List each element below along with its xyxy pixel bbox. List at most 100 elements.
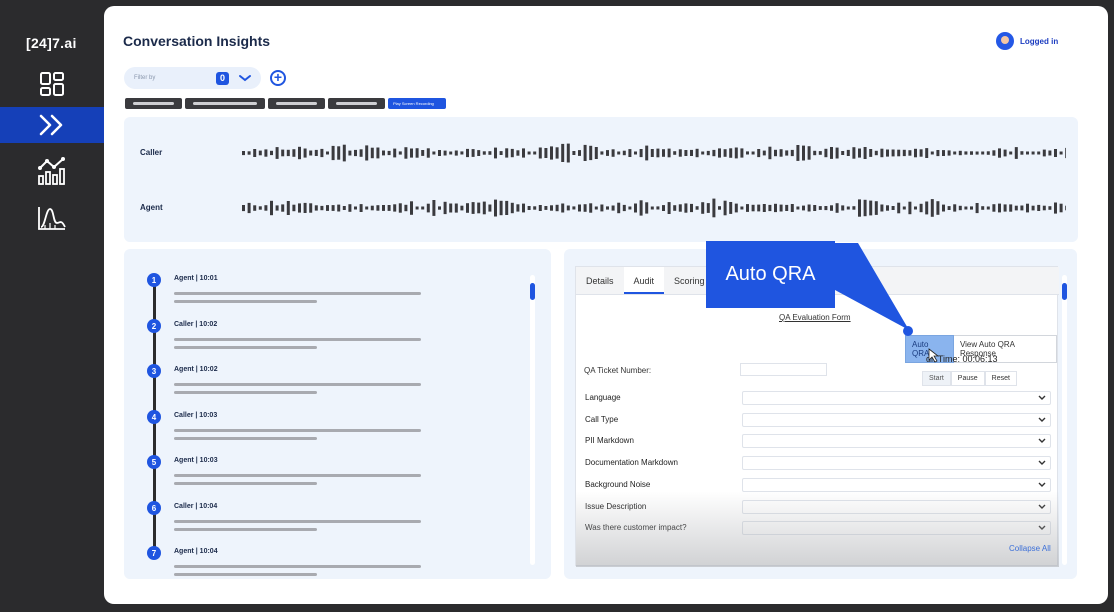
waveform-bar <box>830 205 833 211</box>
waveform-bar <box>645 145 649 161</box>
message-number-badge: 6 <box>147 501 161 515</box>
field-select[interactable] <box>742 500 1051 514</box>
waveform-bar <box>494 147 497 159</box>
waveform-bar <box>718 148 721 158</box>
curve-chart-icon <box>38 207 66 230</box>
play-screen-recording-button[interactable]: Play Screen Recording <box>388 98 446 109</box>
message-number-badge: 7 <box>147 546 161 560</box>
waveform-bar <box>852 206 856 210</box>
waveform-bar <box>253 149 257 157</box>
form-field-row: Language <box>585 391 1051 405</box>
filter-chip[interactable] <box>125 98 182 109</box>
pause-button[interactable]: Pause <box>950 371 985 386</box>
waveform-bar <box>314 205 318 211</box>
waveform-bar <box>774 203 777 213</box>
sidebar-item-distribution[interactable] <box>0 200 104 236</box>
waveform-bar <box>505 148 509 158</box>
waveform-bar <box>874 201 878 215</box>
field-label: Documentation Markdown <box>585 458 678 467</box>
waveform-bar <box>914 148 917 158</box>
waveform-bar <box>460 151 464 155</box>
waveform-bar <box>813 150 817 156</box>
waveform-bar <box>757 149 761 158</box>
chevron-down-icon <box>239 75 251 82</box>
waveform-bar <box>662 205 665 211</box>
tab-details[interactable]: Details <box>576 267 624 294</box>
waveform-bar <box>359 149 363 157</box>
waveform-bar <box>494 199 497 217</box>
caller-waveform[interactable] <box>242 142 1066 164</box>
field-select[interactable] <box>742 478 1051 492</box>
waveform-bar <box>606 206 609 210</box>
waveform-bar <box>673 151 677 155</box>
waveform-bar <box>734 147 738 159</box>
sidebar-item-analytics[interactable] <box>0 153 104 189</box>
field-select[interactable] <box>742 456 1051 470</box>
waveform-bar <box>1054 149 1057 157</box>
ticket-number-input[interactable] <box>740 363 827 376</box>
message-text-placeholder <box>174 300 317 303</box>
message-number-badge: 3 <box>147 364 161 378</box>
filter-dropdown[interactable]: Filter by 0 <box>124 67 261 89</box>
waveform-bar <box>807 204 811 212</box>
waveform-bar <box>522 203 525 213</box>
waveform-bar <box>488 151 492 155</box>
waveform-bar <box>382 150 385 156</box>
field-select[interactable] <box>742 391 1051 405</box>
waveform-bar <box>841 151 845 155</box>
waveform-bar <box>460 205 464 211</box>
waveform-bar <box>768 146 772 160</box>
waveform-bar <box>393 204 397 212</box>
tab-audit[interactable]: Audit <box>623 267 665 294</box>
waveform-bar <box>1042 149 1046 157</box>
waveform-bar <box>779 204 783 212</box>
message-speaker: Caller | 10:04 <box>174 503 218 510</box>
transcript-scrollbar[interactable] <box>530 275 535 565</box>
waveform-bar <box>544 206 548 210</box>
waveform-bar <box>998 148 1001 158</box>
waveform-bar <box>309 150 313 156</box>
waveform-bar <box>880 204 884 212</box>
waveform-bar <box>600 151 604 155</box>
waveform-bar <box>986 151 990 155</box>
chevron-down-icon <box>1038 395 1046 400</box>
waveform-bar <box>438 206 441 210</box>
waveform-bar <box>499 200 503 216</box>
waveform-bar <box>286 201 290 215</box>
qa-scrollbar[interactable] <box>1062 275 1067 565</box>
message-text-placeholder <box>174 391 317 394</box>
waveform-bar <box>908 150 912 156</box>
field-select[interactable] <box>742 413 1051 427</box>
sidebar-item-dashboard[interactable] <box>0 66 104 102</box>
waveform-bar <box>908 201 912 215</box>
waveform-bar <box>505 200 509 215</box>
add-filter-button[interactable]: + <box>270 70 286 86</box>
field-select[interactable] <box>742 521 1051 535</box>
qa-form: Details Audit Scoring QA Evaluation Form… <box>575 266 1059 567</box>
filter-chip[interactable] <box>328 98 385 109</box>
waveform-bar <box>774 149 777 157</box>
message-number-badge: 2 <box>147 319 161 333</box>
waveform-bar <box>701 151 705 155</box>
reset-button[interactable]: Reset <box>984 371 1017 386</box>
waveform-bar <box>454 150 458 156</box>
message-text-placeholder <box>174 565 421 568</box>
sidebar-item-conversations[interactable] <box>0 107 104 143</box>
waveform-bar <box>858 199 861 217</box>
message-speaker: Caller | 10:02 <box>174 321 218 328</box>
waveform-bar <box>258 206 262 210</box>
filter-chip[interactable] <box>185 98 265 109</box>
field-select[interactable] <box>742 434 1051 448</box>
waveform-bar <box>555 204 559 212</box>
waveform-bar <box>723 200 727 216</box>
waveform-bar <box>270 200 273 216</box>
filter-chip[interactable] <box>268 98 325 109</box>
user-status[interactable]: Logged in <box>996 32 1058 50</box>
waveform-bar <box>617 202 621 214</box>
waveform-bar <box>656 148 660 158</box>
field-label: PII Markdown <box>585 436 634 445</box>
collapse-all-link[interactable]: Collapse All <box>1009 544 1051 553</box>
start-button[interactable]: Start <box>922 371 951 386</box>
waveform-bar <box>919 149 923 157</box>
agent-waveform[interactable] <box>242 197 1066 219</box>
